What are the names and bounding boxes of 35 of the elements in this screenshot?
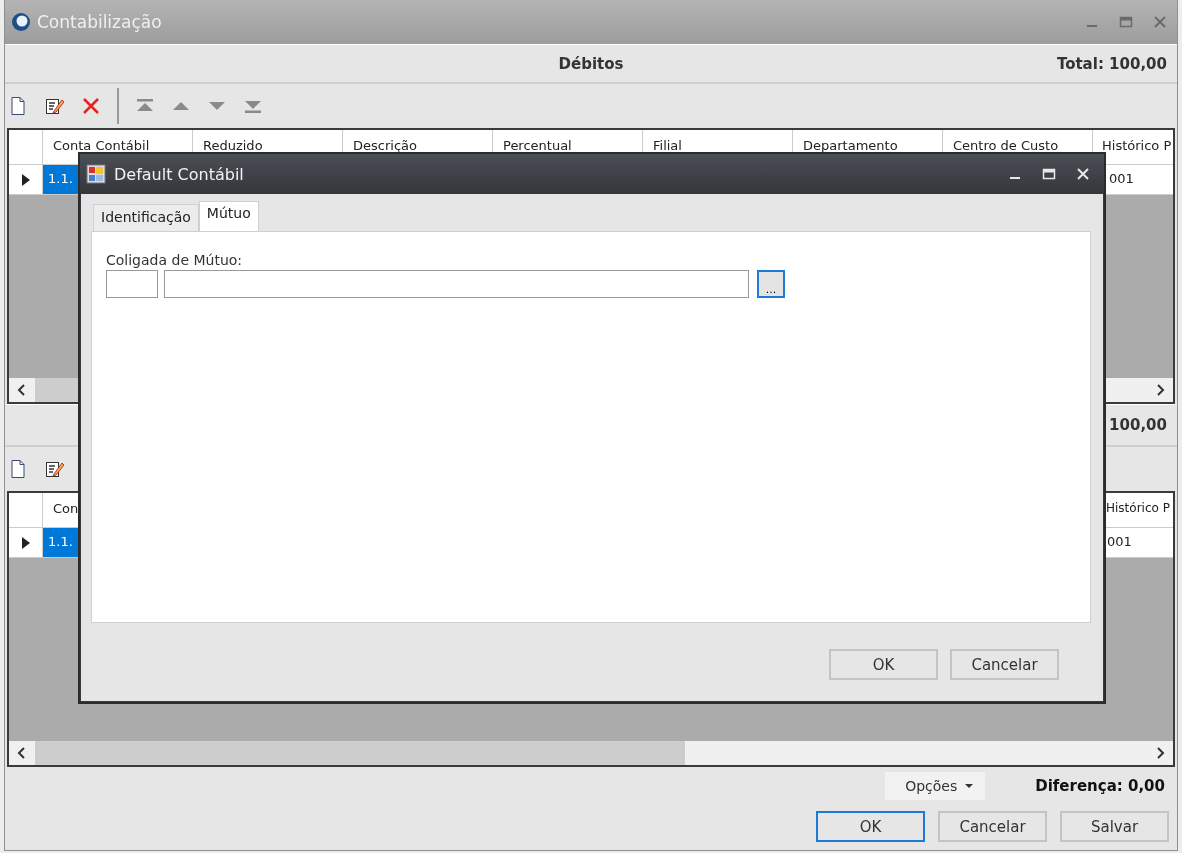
options-button[interactable]: Opções	[885, 772, 986, 800]
table-cell-text: 001	[1106, 533, 1133, 551]
browse-button[interactable]: ...	[757, 270, 785, 298]
window-title: Contabilização	[37, 12, 163, 32]
scroll-left-icon[interactable]	[17, 384, 27, 396]
tab[interactable]: Mútuo	[198, 201, 259, 231]
dialog-button[interactable]: OK	[829, 649, 938, 680]
table-cell-text: 001	[1108, 170, 1135, 188]
section-title: Débitos	[558, 54, 624, 73]
section-total: 100,00	[1109, 416, 1167, 434]
row-pointer-icon	[21, 536, 30, 549]
caret-icon	[965, 784, 974, 788]
tab[interactable]: Identificação	[93, 204, 199, 231]
delete-icon[interactable]	[81, 96, 101, 116]
dialog-button[interactable]: Cancelar	[938, 811, 1047, 842]
edit-document-icon[interactable]	[45, 96, 65, 116]
field-label: Coligada de Mútuo:	[106, 252, 244, 268]
app-window-icon	[86, 164, 106, 184]
section-total: Total: 100,00	[1056, 54, 1167, 73]
code-field[interactable]	[106, 270, 158, 298]
scroll-right-icon[interactable]	[1155, 747, 1165, 759]
dialog-button[interactable]: OK	[816, 811, 925, 842]
horizontal-scrollbar[interactable]	[9, 741, 1173, 765]
dialog-button[interactable]: Cancelar	[950, 649, 1059, 680]
name-field[interactable]	[164, 270, 749, 298]
dialog-button[interactable]: Salvar	[1060, 811, 1169, 842]
scroll-thumb[interactable]	[35, 741, 685, 765]
difference-total: Diferença: 0,00	[1035, 777, 1165, 795]
edit-document-icon[interactable]	[45, 459, 65, 479]
scroll-right-icon[interactable]	[1155, 384, 1165, 396]
row-pointer-icon	[21, 173, 30, 186]
column-header[interactable]: Histórico P	[1093, 130, 1173, 164]
toolbar-separator	[117, 88, 119, 124]
scroll-left-icon[interactable]	[17, 747, 27, 759]
app-logo-icon	[11, 12, 31, 32]
